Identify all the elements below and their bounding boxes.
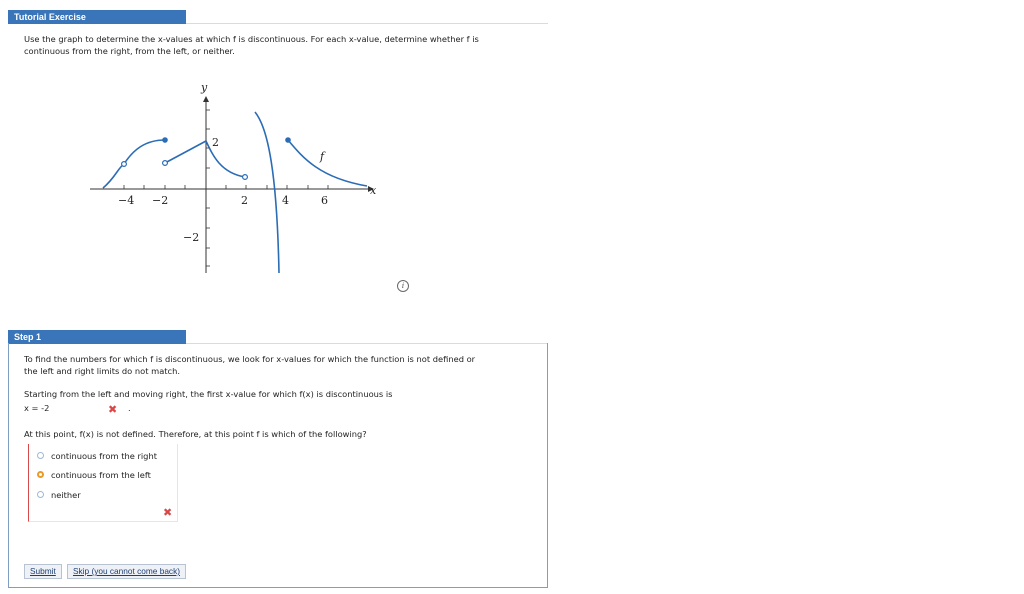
radio-button-selected[interactable]: [37, 471, 44, 478]
step-question: Starting from the left and moving right,…: [24, 389, 393, 399]
submit-button[interactable]: Submit: [24, 564, 62, 579]
tutorial-header: Tutorial Exercise: [8, 10, 186, 24]
closed-point: [285, 137, 291, 143]
answer-period: .: [128, 403, 131, 413]
choice-wrong-mark: ✖: [163, 506, 173, 519]
closed-point: [162, 137, 168, 143]
x-tick-label: −4: [118, 194, 134, 207]
step-followup: At this point, f(x) is not defined. Ther…: [24, 429, 367, 439]
function-curve: [102, 111, 368, 274]
function-graph: −4 −2 2 4 6 2 −2 y x f: [90, 81, 377, 274]
prompt-line-1: Use the graph to determine the x-values …: [24, 34, 479, 44]
y-axis-arrow: [203, 96, 209, 102]
function-label: f: [319, 150, 326, 163]
step-header: Step 1: [8, 330, 186, 344]
choice-label: continuous from the left: [51, 470, 151, 480]
step-intro-line-2: the left and right limits do not match.: [24, 366, 181, 376]
x-ticks: [123, 185, 329, 189]
tutorial-header-rule: [186, 23, 548, 24]
info-icon[interactable]: i: [397, 280, 409, 292]
open-point: [120, 160, 127, 167]
radio-button[interactable]: [37, 452, 44, 459]
x-tick-label: 6: [321, 194, 328, 207]
skip-button[interactable]: Skip (you cannot come back): [67, 564, 186, 579]
answer-wrong-mark: ✖: [108, 403, 118, 416]
open-point: [242, 173, 249, 180]
y-axis-label: y: [200, 81, 208, 94]
x-tick-label: −2: [152, 194, 168, 207]
y-tick-label: 2: [212, 136, 219, 149]
y-ticks: [206, 109, 210, 267]
x-tick-label: 4: [282, 194, 289, 207]
prompt-line-2: continuous from the right, from the left…: [24, 46, 235, 56]
open-point: [161, 159, 168, 166]
radio-button[interactable]: [37, 491, 44, 498]
y-tick-label: −2: [183, 231, 199, 244]
step-intro-line-1: To find the numbers for which f is disco…: [24, 354, 476, 364]
x-axis-label: x: [370, 184, 377, 197]
choice-label: continuous from the right: [51, 451, 157, 461]
choice-group: continuous from the right continuous fro…: [28, 444, 178, 522]
x-tick-label: 2: [241, 194, 248, 207]
answer-value[interactable]: x = -2: [24, 402, 49, 415]
choice-label: neither: [51, 490, 81, 500]
